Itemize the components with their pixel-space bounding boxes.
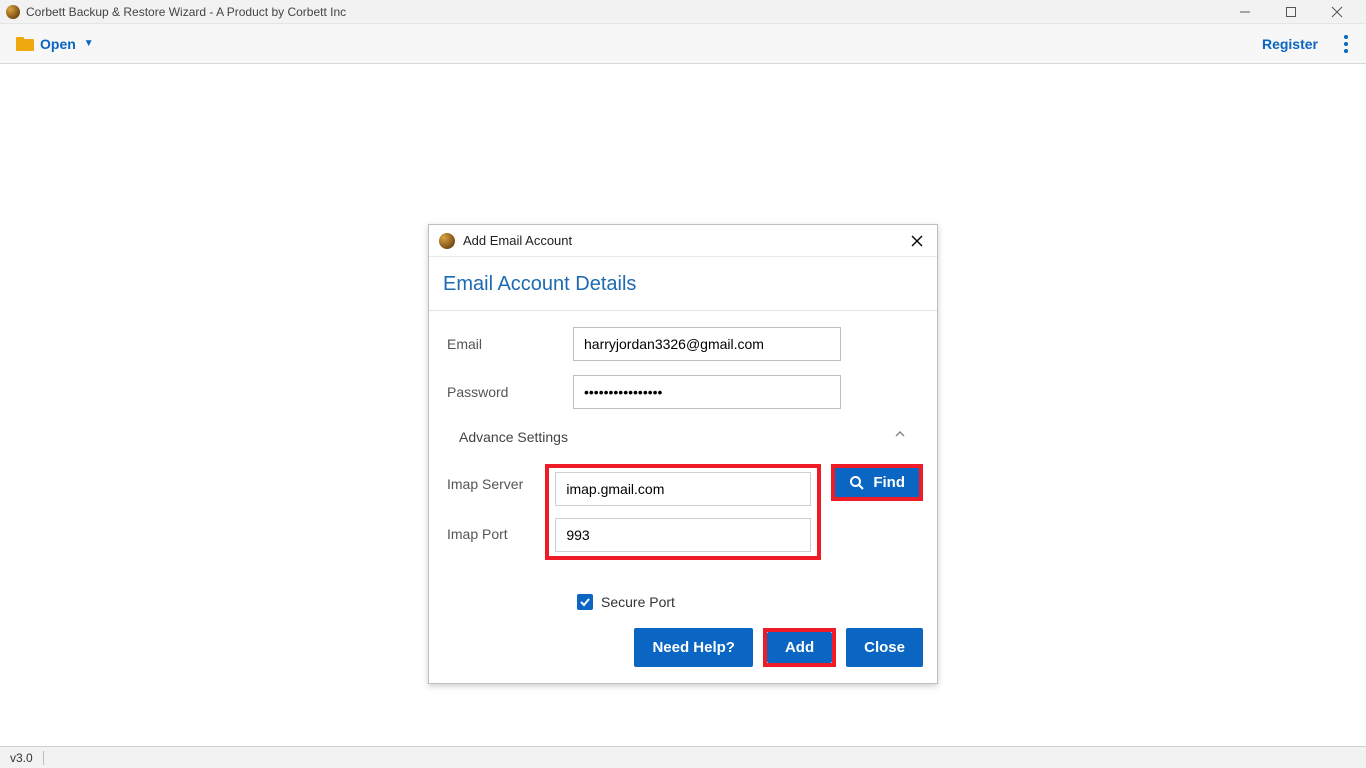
- window-title: Corbett Backup & Restore Wizard - A Prod…: [26, 5, 346, 19]
- password-label: Password: [443, 384, 573, 400]
- search-icon: [849, 475, 865, 491]
- open-menu-button[interactable]: Open ▼: [10, 32, 100, 56]
- chevron-down-icon: ▼: [84, 38, 94, 49]
- secure-port-label: Secure Port: [601, 594, 675, 610]
- email-label: Email: [443, 336, 573, 352]
- dialog-titlebar: Add Email Account: [429, 225, 937, 257]
- open-label: Open: [40, 36, 76, 52]
- advance-settings-toggle[interactable]: Advance Settings: [443, 423, 923, 450]
- close-button[interactable]: Close: [846, 628, 923, 667]
- window-titlebar: Corbett Backup & Restore Wizard - A Prod…: [0, 0, 1366, 24]
- dialog-close-button[interactable]: [907, 231, 927, 251]
- add-button[interactable]: Add: [767, 632, 832, 663]
- separator: [429, 310, 937, 311]
- toolbar: Open ▼ Register: [0, 24, 1366, 64]
- status-divider: [43, 751, 44, 765]
- register-link[interactable]: Register: [1262, 36, 1318, 52]
- section-title: Email Account Details: [443, 273, 923, 296]
- window-close-button[interactable]: [1314, 0, 1360, 24]
- dialog-app-icon: [439, 233, 455, 249]
- imap-server-label: Imap Server: [443, 464, 545, 492]
- app-icon: [6, 5, 20, 19]
- find-button-label: Find: [873, 474, 905, 491]
- advance-settings-label: Advance Settings: [459, 429, 568, 445]
- main-area: Add Email Account Email Account Details …: [0, 64, 1366, 746]
- imap-fields-highlight: [545, 464, 821, 560]
- find-button[interactable]: Find: [835, 468, 919, 497]
- imap-server-field[interactable]: [555, 472, 811, 506]
- email-field[interactable]: [573, 327, 841, 361]
- imap-port-field[interactable]: [555, 518, 811, 552]
- find-button-highlight: Find: [831, 464, 923, 501]
- window-minimize-button[interactable]: [1222, 0, 1268, 24]
- secure-port-checkbox[interactable]: [577, 594, 593, 610]
- more-menu-button[interactable]: [1336, 35, 1356, 53]
- add-button-highlight: Add: [763, 628, 836, 667]
- dialog-title: Add Email Account: [463, 233, 572, 248]
- need-help-button[interactable]: Need Help?: [634, 628, 753, 667]
- folder-icon: [16, 37, 34, 51]
- add-email-account-dialog: Add Email Account Email Account Details …: [428, 224, 938, 684]
- status-bar: v3.0: [0, 746, 1366, 768]
- window-maximize-button[interactable]: [1268, 0, 1314, 24]
- version-label: v3.0: [10, 751, 33, 765]
- imap-port-label: Imap Port: [443, 526, 573, 542]
- password-field[interactable]: [573, 375, 841, 409]
- chevron-up-icon: [893, 427, 907, 446]
